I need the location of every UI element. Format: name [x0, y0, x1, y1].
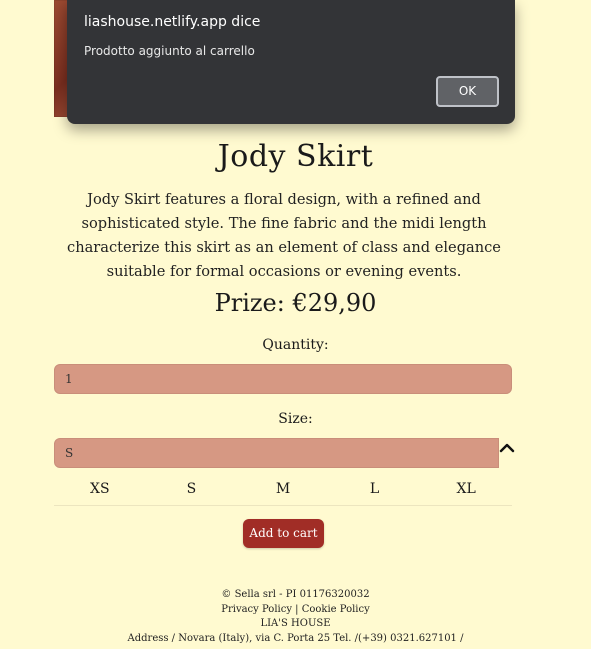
size-option-xl[interactable]: XL — [420, 481, 512, 497]
alert-origin: liashouse.netlify.app dice — [84, 14, 261, 30]
policy-separator: | — [291, 603, 302, 615]
footer-address: Address / Novara (Italy), via C. Porta 2… — [127, 632, 464, 644]
chevron-up-icon[interactable] — [498, 438, 516, 458]
size-option-l[interactable]: L — [329, 481, 421, 497]
footer: © Sella srl - PI 01176320032 Privacy Pol… — [0, 588, 591, 646]
quantity-label: Quantity: — [262, 337, 329, 353]
size-label: Size: — [278, 411, 313, 427]
product-description: Jody Skirt features a floral design, wit… — [67, 190, 501, 280]
footer-policies: Privacy Policy | Cookie Policy — [0, 603, 591, 618]
product-title: Jody Skirt — [217, 139, 374, 175]
size-option-s[interactable]: S — [146, 481, 238, 497]
ok-button[interactable]: OK — [436, 76, 499, 107]
cookie-policy-link[interactable]: Cookie Policy — [302, 604, 370, 615]
product-page: liashouse.netlify.app dice Prodotto aggi… — [0, 0, 591, 649]
browser-alert-dialog: liashouse.netlify.app dice Prodotto aggi… — [67, 0, 515, 124]
size-options-list: XS S M L XL — [54, 473, 512, 506]
footer-brand: LIA'S HOUSE — [260, 618, 331, 629]
size-option-m[interactable]: M — [237, 481, 329, 497]
alert-message: Prodotto aggiunto al carrello — [84, 44, 255, 58]
size-select[interactable]: S — [54, 438, 499, 468]
quantity-input[interactable]: 1 — [54, 364, 512, 394]
footer-company: © Sella srl - PI 01176320032 — [221, 589, 370, 600]
privacy-policy-link[interactable]: Privacy Policy — [221, 604, 292, 615]
size-option-xs[interactable]: XS — [54, 481, 146, 497]
add-to-cart-button[interactable]: Add to cart — [243, 519, 324, 548]
product-price: Prize: €29,90 — [214, 289, 377, 317]
